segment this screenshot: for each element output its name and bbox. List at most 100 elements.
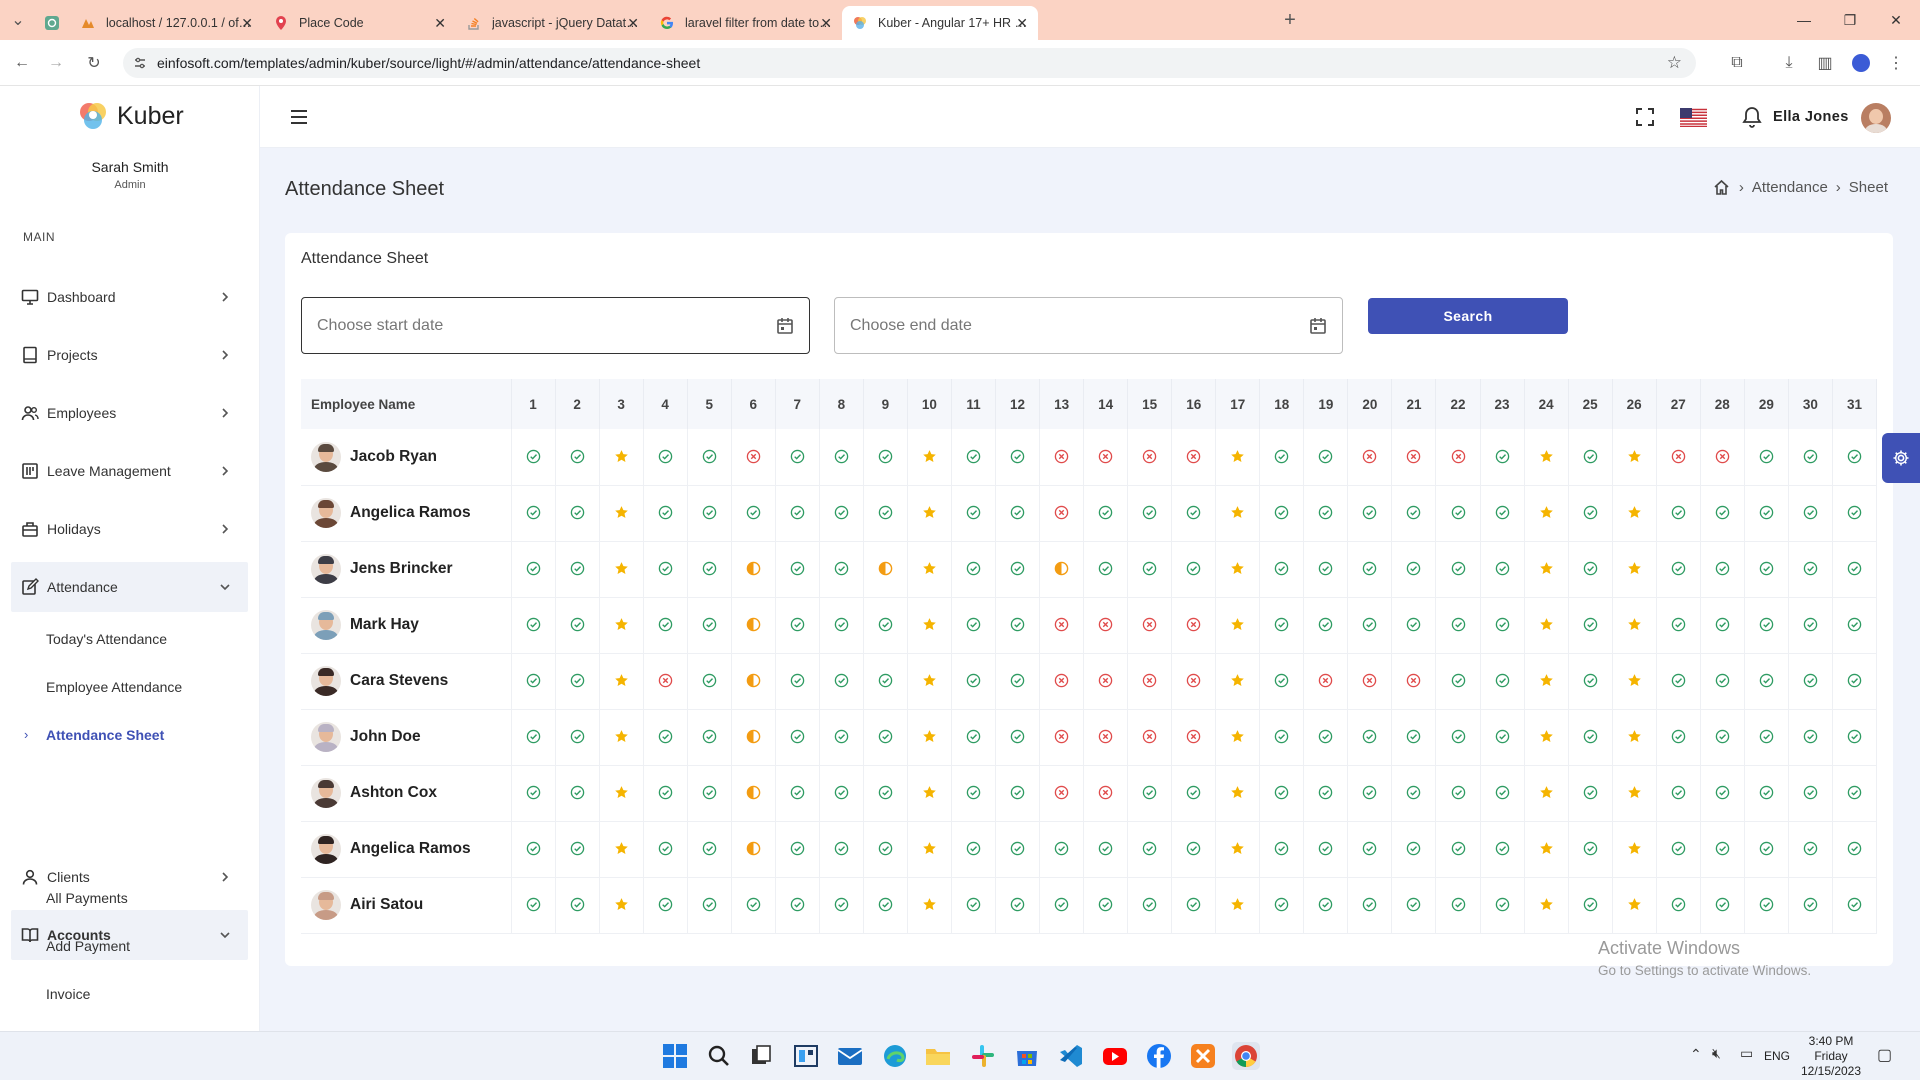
present-check-icon (878, 786, 893, 800)
sidebar-subitem-attendance-sheet[interactable]: Attendance Sheet (46, 727, 164, 743)
chrome-icon[interactable] (1232, 1042, 1260, 1070)
present-check-icon (1759, 898, 1774, 912)
calendar-icon[interactable] (775, 316, 795, 336)
browser-tab-3[interactable]: javascript - jQuery Datatables p ✕ (456, 6, 649, 40)
us-flag-icon[interactable] (1680, 108, 1707, 127)
attendance-cell-present (775, 485, 820, 542)
kuber-logo-icon (80, 103, 106, 129)
close-window-icon[interactable]: ✕ (1876, 8, 1916, 32)
vscode-icon[interactable] (1057, 1042, 1085, 1070)
sidebar-item-employees[interactable]: Employees (11, 388, 248, 438)
widgets-icon[interactable] (792, 1042, 820, 1070)
calendar-icon[interactable] (1308, 316, 1328, 336)
youtube-icon[interactable] (1101, 1042, 1129, 1070)
search-icon[interactable] (705, 1042, 733, 1070)
restore-icon[interactable]: ❐ (1830, 8, 1870, 32)
start-icon[interactable] (661, 1042, 689, 1070)
browser-tab-2[interactable]: Place Code ✕ (263, 6, 456, 40)
xampp-icon[interactable] (1189, 1042, 1217, 1070)
present-check-icon (1671, 842, 1685, 856)
site-info-icon[interactable] (133, 56, 147, 70)
edge-icon[interactable] (881, 1042, 909, 1070)
sidebar-item-holidays[interactable]: Holidays (11, 504, 248, 554)
back-icon[interactable]: ← (10, 51, 34, 75)
column-header-day: 28 (1700, 379, 1745, 429)
hamburger-menu-icon[interactable] (290, 109, 308, 125)
tab-close-icon[interactable]: ✕ (1016, 15, 1028, 32)
employee-name: Ashton Cox (350, 784, 437, 801)
new-tab-icon[interactable]: + (1278, 8, 1302, 32)
present-check-icon (1803, 842, 1818, 856)
sidebar-item-dashboard[interactable]: Dashboard (11, 272, 248, 322)
browser-tab-0[interactable] (34, 6, 70, 40)
present-check-icon (1495, 506, 1509, 520)
reload-icon[interactable]: ↻ (82, 51, 106, 75)
tab-close-icon[interactable]: ✕ (434, 15, 446, 32)
column-header-day: 21 (1391, 379, 1437, 429)
browser-tab-5[interactable]: Kuber - Angular 17+ HR & Cor ✕ (842, 6, 1038, 40)
end-date-field[interactable]: Choose end date (834, 297, 1343, 354)
present-check-icon (1715, 842, 1730, 856)
notification-bell-icon[interactable] (1742, 106, 1762, 128)
taskbar-clock[interactable]: 3:40 PM Friday 12/15/2023 (1800, 1034, 1862, 1079)
slack-icon[interactable] (969, 1042, 997, 1070)
bookmark-star-icon[interactable]: ☆ (1667, 53, 1682, 73)
sidebar-subitem-all-payments[interactable]: All Payments (46, 890, 128, 906)
attendance-cell-absent (1391, 429, 1437, 486)
browser-tab-1[interactable]: localhost / 127.0.0.1 / office_ma ✕ (70, 6, 263, 40)
file-explorer-icon[interactable] (924, 1042, 952, 1070)
tab-close-icon[interactable]: ✕ (820, 15, 832, 32)
sidebar-item-projects[interactable]: Projects (11, 330, 248, 380)
breadcrumb-attendance[interactable]: Attendance (1752, 179, 1828, 196)
tray-speaker-muted-icon[interactable]: 🔇︎ (1712, 1045, 1721, 1062)
browser-tab-4[interactable]: laravel filter from date to toda ✕ (649, 6, 842, 40)
task-view-icon[interactable] (747, 1042, 775, 1070)
attendance-cell-present (1656, 541, 1701, 598)
sidepanel-icon[interactable]: ▥ (1813, 51, 1837, 75)
attendance-cell-holiday (1612, 429, 1657, 486)
present-check-icon (1847, 618, 1862, 632)
tab-close-icon[interactable]: ✕ (627, 15, 639, 32)
tray-language[interactable]: ENG (1764, 1049, 1790, 1063)
sidebar-subitem-todays-attendance[interactable]: Today's Attendance (46, 631, 167, 647)
browser-menu-icon[interactable]: ⋮ (1884, 51, 1908, 75)
present-check-icon (1715, 562, 1730, 576)
attendance-cell-present (1788, 485, 1833, 542)
start-date-field[interactable]: Choose start date (301, 297, 810, 354)
present-check-icon (570, 730, 584, 744)
tab-search-icon[interactable]: ⌄ (6, 8, 30, 32)
sidebar-subitem-employee-attendance[interactable]: Employee Attendance (46, 679, 182, 695)
header-avatar[interactable] (1861, 103, 1891, 133)
extensions-icon[interactable]: ⧉ (1725, 51, 1749, 75)
holiday-star-icon (1231, 674, 1245, 687)
header-user-name[interactable]: Ella Jones (1773, 109, 1849, 125)
address-bar[interactable]: einfosoft.com/templates/admin/kuber/sour… (123, 48, 1696, 78)
table-row: Cara Stevens (301, 653, 1878, 710)
brand[interactable]: Kuber (77, 100, 184, 132)
sidebar-item-attendance[interactable]: Attendance (11, 562, 248, 612)
tab-close-icon[interactable]: ✕ (241, 15, 253, 32)
settings-panel-toggle[interactable] (1882, 433, 1920, 483)
fullscreen-icon[interactable] (1636, 108, 1654, 126)
search-button[interactable]: Search (1368, 298, 1568, 334)
present-check-icon (1803, 730, 1818, 744)
sidebar-subitem-invoice[interactable]: Invoice (46, 986, 90, 1002)
sidebar-subitem-add-payment[interactable]: Add Payment (46, 938, 130, 954)
home-icon[interactable] (1713, 179, 1730, 196)
store-icon[interactable] (1013, 1042, 1041, 1070)
forward-icon[interactable]: → (44, 51, 68, 75)
mail-icon[interactable] (836, 1042, 864, 1070)
minimize-icon[interactable]: — (1784, 8, 1824, 32)
attendance-cell-holiday (599, 765, 644, 822)
tray-notification-icon[interactable]: ▢ (1877, 1045, 1892, 1065)
tray-network-icon[interactable]: ▭ (1740, 1045, 1753, 1062)
sidebar-item-leave-management[interactable]: Leave Management (11, 446, 248, 496)
profile-icon[interactable] (1849, 51, 1873, 75)
attendance-cell-absent (1127, 429, 1173, 486)
download-icon[interactable]: ⤓ (1777, 51, 1801, 75)
attendance-cell-present (555, 709, 600, 766)
facebook-icon[interactable] (1145, 1042, 1173, 1070)
present-check-icon (966, 730, 981, 744)
attendance-cell-present (1435, 821, 1481, 878)
tray-chevron-up-icon[interactable]: ⌃ (1690, 1046, 1702, 1063)
